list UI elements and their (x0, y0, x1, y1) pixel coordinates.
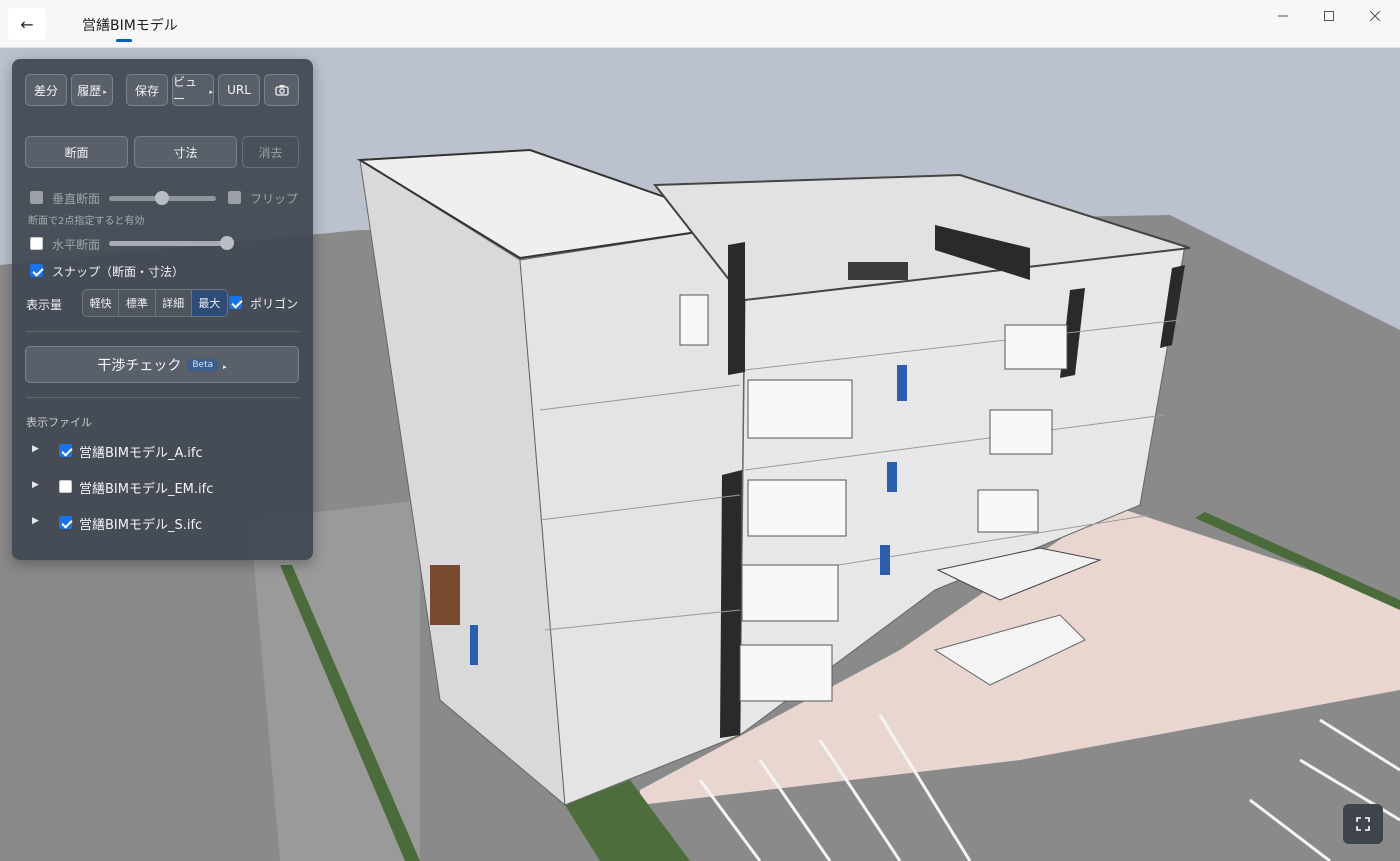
display-level-label: 表示量 (26, 298, 63, 312)
beta-badge: Beta (187, 358, 219, 371)
back-arrow-icon: ← (20, 14, 34, 34)
maximize-icon (1324, 11, 1334, 21)
fullscreen-icon (1356, 817, 1370, 831)
level-max[interactable]: 最大 (191, 290, 227, 316)
screenshot-button[interactable] (264, 74, 299, 106)
horizontal-section-label: 水平断面 (52, 238, 101, 252)
url-button[interactable]: URL (218, 74, 260, 106)
horizontal-section-checkbox[interactable] (30, 237, 43, 250)
close-icon (1370, 11, 1380, 21)
snap-label: スナップ（断面・寸法） (52, 265, 185, 279)
file-visibility-checkbox[interactable] (59, 444, 72, 457)
polygon-label: ポリゴン (250, 297, 299, 311)
file-name: 営繕BIMモデル_S.ifc (79, 518, 203, 533)
divider (26, 331, 299, 332)
interference-check-button[interactable]: 干渉チェック Beta ▸ (25, 346, 299, 383)
section-mode-label: 断面 (64, 145, 89, 160)
diff-label: 差分 (33, 83, 58, 98)
flip-label: フリップ (250, 192, 299, 206)
file-name: 営繕BIMモデル_EM.ifc (79, 482, 214, 497)
level-standard[interactable]: 標準 (119, 290, 156, 316)
back-button[interactable]: ← (8, 8, 46, 40)
vertical-section-slider[interactable] (109, 191, 216, 205)
level-detail[interactable]: 詳細 (156, 290, 192, 316)
caret-right-icon: ▸ (209, 88, 213, 96)
vertical-section-checkbox[interactable] (30, 191, 43, 204)
divider (26, 397, 299, 398)
file-row[interactable]: ▶ 営繕BIMモデル_A.ifc (26, 439, 296, 463)
title-bar: ← 営繕BIMモデル (0, 0, 1400, 48)
url-label: URL (227, 83, 251, 97)
expand-arrow-icon[interactable]: ▶ (32, 480, 39, 490)
window-title: 営繕BIMモデル (82, 18, 178, 34)
close-button[interactable] (1352, 0, 1398, 32)
view-button[interactable]: ビュー ▸ (172, 74, 214, 106)
file-row[interactable]: ▶ 営繕BIMモデル_EM.ifc (26, 475, 296, 499)
horizontal-section-slider[interactable] (109, 236, 234, 250)
files-header: 表示ファイル (26, 416, 92, 429)
save-label: 保存 (134, 83, 159, 98)
dimension-mode-label: 寸法 (173, 145, 198, 160)
maximize-button[interactable] (1306, 0, 1352, 32)
section-hint: 断面で2点指定すると有効 (28, 216, 145, 227)
tool-panel: 差分 履歴 ▸ 保存 ビュー ▸ URL 断面 寸法 消去 垂直断面 フリップ 断面… (12, 59, 313, 560)
expand-arrow-icon[interactable]: ▶ (32, 516, 39, 526)
dimension-mode-button[interactable]: 寸法 (134, 136, 237, 168)
snap-checkbox[interactable] (30, 264, 43, 277)
clear-button[interactable]: 消去 (242, 136, 299, 168)
flip-checkbox[interactable] (228, 191, 241, 204)
caret-right-icon: ▸ (103, 88, 107, 96)
file-name: 営繕BIMモデル_A.ifc (79, 446, 203, 461)
diff-button[interactable]: 差分 (25, 74, 67, 106)
file-row[interactable]: ▶ 営繕BIMモデル_S.ifc (26, 511, 296, 535)
interference-label: 干渉チェック (97, 357, 182, 374)
polygon-checkbox[interactable] (229, 296, 242, 309)
save-button[interactable]: 保存 (126, 74, 168, 106)
history-label: 履歴 (77, 83, 102, 98)
file-visibility-checkbox[interactable] (59, 480, 72, 493)
vertical-slider-knob[interactable] (155, 191, 169, 205)
horizontal-slider-knob[interactable] (220, 236, 234, 250)
level-light[interactable]: 軽快 (83, 290, 120, 316)
display-level-segmented: 軽快 標準 詳細 最大 (82, 289, 228, 317)
title-underline (116, 39, 132, 42)
expand-arrow-icon[interactable]: ▶ (32, 444, 39, 454)
view-label: ビュー (173, 75, 198, 106)
file-visibility-checkbox[interactable] (59, 516, 72, 529)
history-button[interactable]: 履歴 ▸ (71, 74, 113, 106)
camera-icon (274, 85, 289, 96)
vertical-section-label: 垂直断面 (52, 192, 101, 206)
clear-label: 消去 (258, 145, 283, 160)
caret-right-icon: ▸ (223, 362, 227, 371)
minimize-icon (1278, 15, 1288, 17)
section-mode-button[interactable]: 断面 (25, 136, 128, 168)
minimize-button[interactable] (1260, 0, 1306, 32)
fullscreen-button[interactable] (1343, 804, 1383, 844)
